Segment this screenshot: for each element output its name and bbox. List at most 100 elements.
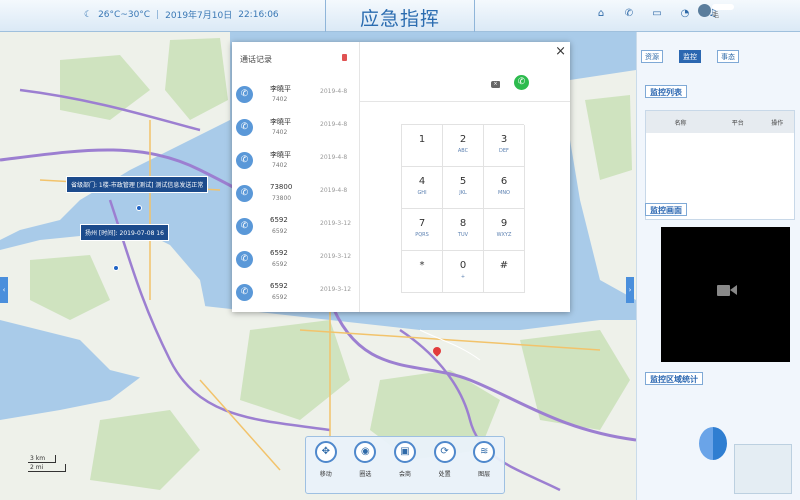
call-date: 2019-3-12 [320,253,352,260]
move-icon[interactable]: ✥ [314,441,337,463]
caller-name: 李曉平 [270,118,291,126]
tool-layers[interactable]: ≋ 图层 [467,441,501,493]
tool-circle-select[interactable]: ◉ 圈选 [348,441,382,493]
tool-move[interactable]: ✥ 移动 [309,441,343,493]
col-platform: 平台 [731,119,744,127]
key-letters: JKL [459,190,467,196]
key-digit: # [499,260,509,271]
caller-number: 6592 [272,261,288,268]
caller-number: 7402 [272,129,288,136]
tab-resources[interactable]: 资源 [641,50,663,63]
circle-select-icon[interactable]: ◉ [354,441,377,463]
key-7[interactable]: 7 PQRS [402,209,443,251]
caller-number: 7402 [272,162,288,169]
key-digit: 6 [500,176,508,187]
call-log-item[interactable]: ✆ 李曉平 7402 2019-4-8 [232,82,360,115]
call-log-item[interactable]: ✆ 李曉平 7402 2019-4-8 [232,115,360,148]
avatar[interactable] [698,4,711,17]
map-scale: 3 km 2 mi [28,455,66,473]
tool-label: 圈选 [359,471,372,478]
map-popup-time[interactable]: 扬州 [时间]: 2019-07-08 16 [80,224,169,241]
key-digit: 1 [418,134,426,145]
left-collapse-arrow-icon[interactable]: ‹ [0,277,8,303]
region-toggle-icon[interactable] [699,427,727,460]
tool-conference[interactable]: ▣ 会商 [388,441,422,493]
map-marker-pin[interactable] [136,205,142,211]
key-6[interactable]: 6 MNO [484,167,525,209]
phone-icon[interactable]: ✆ [236,86,253,103]
key-digit: 4 [418,176,426,187]
phone-icon[interactable]: ✆ [236,185,253,202]
key-9[interactable]: 9 WXYZ [484,209,525,251]
caller-name: 73800 [270,183,293,191]
tab-monitor[interactable]: 监控 [679,50,701,63]
video-view[interactable] [661,227,790,362]
home-icon[interactable]: ⌂ [594,8,608,19]
table-header: 名称 平台 操作 [646,111,794,133]
key-hash[interactable]: # [484,251,525,293]
call-log-item[interactable]: ✆ 6592 6592 2019-3-12 [232,247,360,280]
col-name: 名称 [674,119,687,127]
caller-number: 6592 [272,228,288,235]
tool-label: 处置 [438,471,451,478]
call-log-item[interactable]: ✆ 73800 73800 2019-4-8 [232,181,360,214]
key-letters: DEF [499,148,509,154]
phone-icon[interactable]: ✆ [236,152,253,169]
key-2[interactable]: 2 ABC [443,125,484,167]
call-date: 2019-4-8 [320,154,348,161]
chat-icon[interactable]: ◔ [678,8,692,19]
key-star[interactable]: * [402,251,443,293]
key-letters: + [460,274,466,280]
phone-icon[interactable]: ✆ [236,284,253,301]
dispose-icon[interactable]: ⟳ [433,441,456,463]
key-digit: 7 [418,218,426,229]
key-letters: GHI [417,190,427,196]
right-collapse-arrow-icon[interactable]: › [626,277,634,303]
call-date: 2019-3-12 [320,220,352,227]
key-1[interactable]: 1 [402,125,443,167]
video-camera-icon [717,285,730,296]
key-0[interactable]: 0 + [443,251,484,293]
phone-icon[interactable]: ✆ [236,251,253,268]
call-button[interactable]: ✆ [514,75,529,90]
key-4[interactable]: 4 GHI [402,167,443,209]
map-toolbar: ✥ 移动 ◉ 圈选 ▣ 会商 ⟳ 处置 ≋ 图层 [305,436,505,494]
caller-name: 6592 [270,249,288,257]
map-marker-pin[interactable] [113,265,119,271]
tool-dispose[interactable]: ⟳ 处置 [428,441,462,493]
phone-icon[interactable]: ✆ [622,8,636,19]
phone-icon[interactable]: ✆ [236,218,253,235]
trash-icon[interactable] [342,54,347,61]
key-digit: 8 [459,218,467,229]
call-log-item[interactable]: ✆ 6592 6592 2019-3-12 [232,280,360,312]
tool-label: 移动 [319,471,332,478]
phone-icon[interactable]: ✆ [236,119,253,136]
caller-number: 6592 [272,294,288,301]
backspace-icon[interactable]: × [491,81,500,88]
key-5[interactable]: 5 JKL [443,167,484,209]
video-camera-icon-lens [730,285,737,295]
monitor-view-title: 监控画面 [645,203,687,216]
user-label[interactable]: 毛 [712,10,719,20]
keypad: 1 2 ABC 3 DEF 4 GHI 5 JKL 6 MNO 7 PQRS 8 TUV 9 W… [401,124,525,293]
key-3[interactable]: 3 DEF [484,125,525,167]
key-digit: 3 [500,134,508,145]
tab-situation[interactable]: 事态 [717,50,739,63]
monitor-list-title: 监控列表 [645,85,687,98]
caller-number: 7402 [272,96,288,103]
message-icon[interactable]: ▭ [650,8,664,19]
layers-icon[interactable]: ≋ [473,441,496,463]
key-8[interactable]: 8 TUV [443,209,484,251]
call-log-item[interactable]: ✆ 6592 6592 2019-3-12 [232,214,360,247]
call-log-list[interactable]: ✆ 李曉平 7402 2019-4-8 ✆ 李曉平 7402 2019-4-8 … [232,82,360,312]
scale-mi: 2 mi [28,464,66,472]
conference-icon[interactable]: ▣ [393,441,416,463]
phone-dialog: × 通话记录 ✆ 李曉平 7402 2019-4-8 ✆ 李曉平 7402 20… [232,42,570,312]
minimap[interactable] [734,444,792,494]
map-popup-event[interactable]: 省级部门: 1楼-市政管理 [测试] 测试信息发送正常 [66,176,209,193]
col-action: 操作 [771,119,784,127]
call-log-item[interactable]: ✆ 李曉平 7402 2019-4-8 [232,148,360,181]
call-date: 2019-3-12 [320,286,352,293]
key-digit: 9 [500,218,508,229]
caller-name: 6592 [270,216,288,224]
